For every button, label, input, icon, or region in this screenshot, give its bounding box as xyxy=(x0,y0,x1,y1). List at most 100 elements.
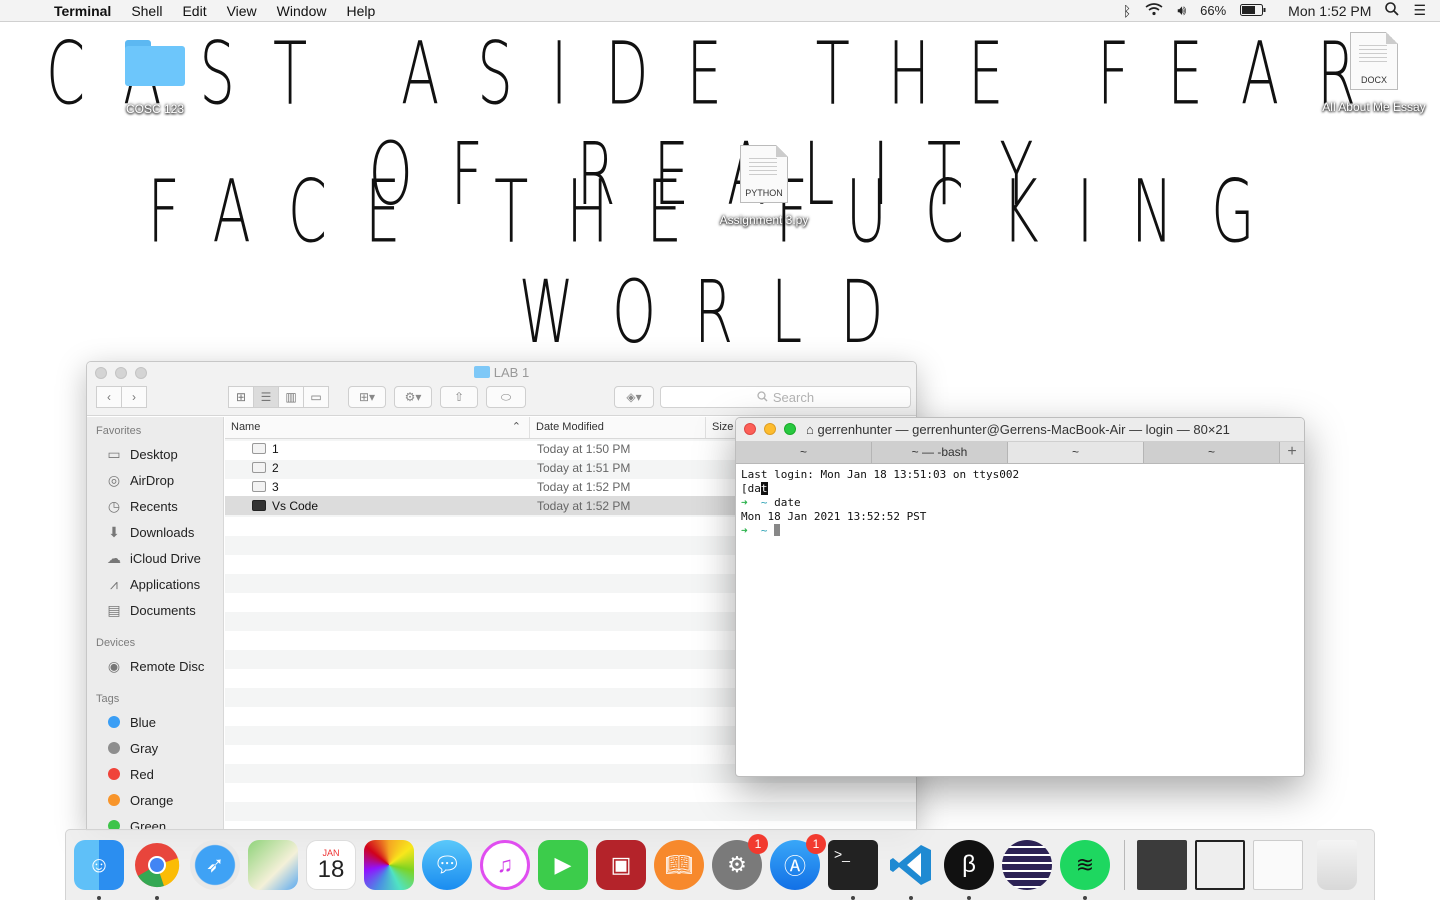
file-icon xyxy=(252,462,266,473)
safari-icon[interactable]: ➶ xyxy=(190,840,240,890)
terminal-tab-2[interactable]: ~ — -bash xyxy=(872,442,1008,463)
sidebar-item-downloads[interactable]: ⬇ Downloads xyxy=(87,519,223,545)
bluetooth-icon[interactable]: ᛒ xyxy=(1123,3,1131,19)
clock[interactable]: Mon 1:52 PM xyxy=(1288,3,1371,19)
file-icon xyxy=(252,443,266,454)
prompt-dir: ~ xyxy=(760,496,768,509)
new-tab-button[interactable]: + xyxy=(1280,442,1304,463)
column-date-header[interactable]: Date Modified xyxy=(530,417,706,438)
desktop-file-python[interactable]: PYTHON Assignment 3.py xyxy=(706,145,822,227)
terminal-window-controls xyxy=(744,423,796,435)
sidebar-tag-red[interactable]: Red xyxy=(87,761,223,787)
trash-icon[interactable] xyxy=(1317,840,1357,890)
terminal-command-output: Mon 18 Jan 2021 13:52:52 PST xyxy=(741,510,927,523)
minimized-window-1-icon[interactable] xyxy=(1137,840,1187,890)
desktop-folder-cosc123[interactable]: COSC 123 xyxy=(115,40,195,116)
photo-booth-icon[interactable]: ▣ xyxy=(596,840,646,890)
dropbox-button[interactable]: ◈▾ xyxy=(614,386,654,408)
ibooks-icon[interactable]: 📖︎ xyxy=(654,840,704,890)
chrome-icon[interactable] xyxy=(132,840,182,900)
desktop-folder-label: COSC 123 xyxy=(125,102,185,116)
share-button[interactable]: ⇧ xyxy=(440,386,478,408)
sidebar-section-tags: Tags xyxy=(96,693,120,705)
terminal-window[interactable]: ⌂ gerrenhunter — gerrenhunter@Gerrens-Ma… xyxy=(735,417,1305,777)
spotify-icon[interactable]: ≋ xyxy=(1060,840,1110,900)
close-button[interactable] xyxy=(744,423,756,435)
terminal-tab-1[interactable]: ~ xyxy=(736,442,872,463)
sidebar-item-airdrop[interactable]: ◎ AirDrop xyxy=(87,467,223,493)
column-view-button[interactable]: ▥ xyxy=(278,386,304,408)
finder-icon[interactable]: ☺ xyxy=(74,840,124,900)
edit-tags-button[interactable]: ⬭ xyxy=(486,386,526,408)
terminal-title: ⌂ gerrenhunter — gerrenhunter@Gerrens-Ma… xyxy=(806,422,1230,437)
arrange-button[interactable]: ⊞▾ xyxy=(348,386,386,408)
minimized-window-3-icon[interactable] xyxy=(1253,840,1303,890)
sidebar-item-applications[interactable]: ⩘ Applications xyxy=(87,571,223,597)
menu-help[interactable]: Help xyxy=(346,3,375,19)
vscode-icon[interactable] xyxy=(886,840,936,900)
terminal-tab-3[interactable]: ~ xyxy=(1008,442,1144,463)
volume-icon[interactable]: 🔊︎ xyxy=(1177,2,1186,19)
search-field[interactable]: Search xyxy=(660,386,911,408)
wifi-icon[interactable] xyxy=(1145,2,1163,19)
terminal-tab-4[interactable]: ~ xyxy=(1144,442,1280,463)
terminal-output[interactable]: Last login: Mon Jan 18 13:51:03 on ttys0… xyxy=(736,464,1304,542)
finder-title: LAB 1 xyxy=(87,365,916,380)
maps-icon[interactable] xyxy=(248,840,298,890)
downloads-icon: ⬇ xyxy=(108,523,120,540)
menu-bar: Terminal Shell Edit View Window Help ᛒ 🔊… xyxy=(0,0,1440,22)
sidebar-tag-blue[interactable]: Blue xyxy=(87,709,223,735)
finder-titlebar[interactable]: LAB 1 ‹ › ⊞ ☰ ▥ ▭ ⊞▾ ⚙▾ ⇧ ⬭ ◈▾ Search xyxy=(87,362,916,416)
gallery-view-button[interactable]: ▭ xyxy=(303,386,329,408)
list-view-button[interactable]: ☰ xyxy=(253,386,279,408)
eclipse-icon[interactable] xyxy=(1002,840,1052,890)
spotlight-icon[interactable] xyxy=(1385,2,1400,19)
menu-shell[interactable]: Shell xyxy=(131,3,162,19)
terminal-titlebar[interactable]: ⌂ gerrenhunter — gerrenhunter@Gerrens-Ma… xyxy=(736,418,1304,442)
forward-button[interactable]: › xyxy=(121,386,147,408)
icon-view-button[interactable]: ⊞ xyxy=(228,386,254,408)
menu-edit[interactable]: Edit xyxy=(182,3,206,19)
terminal-command: date xyxy=(774,496,801,509)
sidebar-item-documents[interactable]: ▤ Documents xyxy=(87,597,223,623)
folder-icon xyxy=(473,366,490,378)
column-name-header[interactable]: Name ⌃ xyxy=(225,417,530,438)
minimized-window-2-icon[interactable] xyxy=(1195,840,1245,890)
terminal-tab-bar: ~ ~ — -bash ~ ~ + xyxy=(736,442,1304,464)
zoom-button[interactable] xyxy=(784,423,796,435)
battery-percent[interactable]: 66% xyxy=(1200,3,1226,18)
sidebar-item-desktop[interactable]: ▭ Desktop xyxy=(87,441,223,467)
photos-icon[interactable] xyxy=(364,840,414,890)
back-button[interactable]: ‹ xyxy=(96,386,122,408)
app-store-icon[interactable]: Ⓐ 1 xyxy=(770,834,826,890)
minimize-button[interactable] xyxy=(764,423,776,435)
terminal-icon[interactable]: >_ xyxy=(828,840,878,900)
docx-file-icon: DOCX xyxy=(1350,32,1398,90)
messages-icon[interactable]: 💬︎ xyxy=(422,840,472,890)
calendar-icon[interactable]: JAN 18 xyxy=(306,840,356,890)
menu-view[interactable]: View xyxy=(227,3,257,19)
desktop-icon: ▭ xyxy=(107,445,121,462)
cloud-icon: ☁ xyxy=(107,549,121,566)
menu-window[interactable]: Window xyxy=(277,3,327,19)
menu-app-name[interactable]: Terminal xyxy=(54,3,111,19)
sidebar-item-icloud-drive[interactable]: ☁ iCloud Drive xyxy=(87,545,223,571)
system-preferences-icon[interactable]: ⚙ 1 xyxy=(712,834,768,890)
sidebar-tag-orange[interactable]: Orange xyxy=(87,787,223,813)
folder-icon xyxy=(125,40,185,86)
sidebar-item-remote-disc[interactable]: ◉ Remote Disc xyxy=(87,653,223,679)
desktop-python-label: Assignment 3.py xyxy=(719,213,809,227)
itunes-icon[interactable]: ♫ xyxy=(480,840,530,890)
desktop-file-docx[interactable]: DOCX All About Me Essay xyxy=(1312,32,1436,114)
applications-icon: ⩘ xyxy=(110,575,118,592)
finder-sidebar: Favorites ▭ Desktop ◎ AirDrop ◷ Recents ⬇ Do… xyxy=(87,417,224,830)
bb-icon[interactable]: β xyxy=(944,840,994,900)
sidebar-tag-gray[interactable]: Gray xyxy=(87,735,223,761)
sidebar-item-recents[interactable]: ◷ Recents xyxy=(87,493,223,519)
facetime-icon[interactable]: ▶ xyxy=(538,840,588,890)
recents-icon: ◷ xyxy=(107,497,121,514)
battery-icon[interactable] xyxy=(1240,3,1266,19)
disc-icon: ◉ xyxy=(107,657,121,674)
notification-center-icon[interactable]: ☰ xyxy=(1413,2,1426,19)
action-gear-button[interactable]: ⚙▾ xyxy=(394,386,432,408)
